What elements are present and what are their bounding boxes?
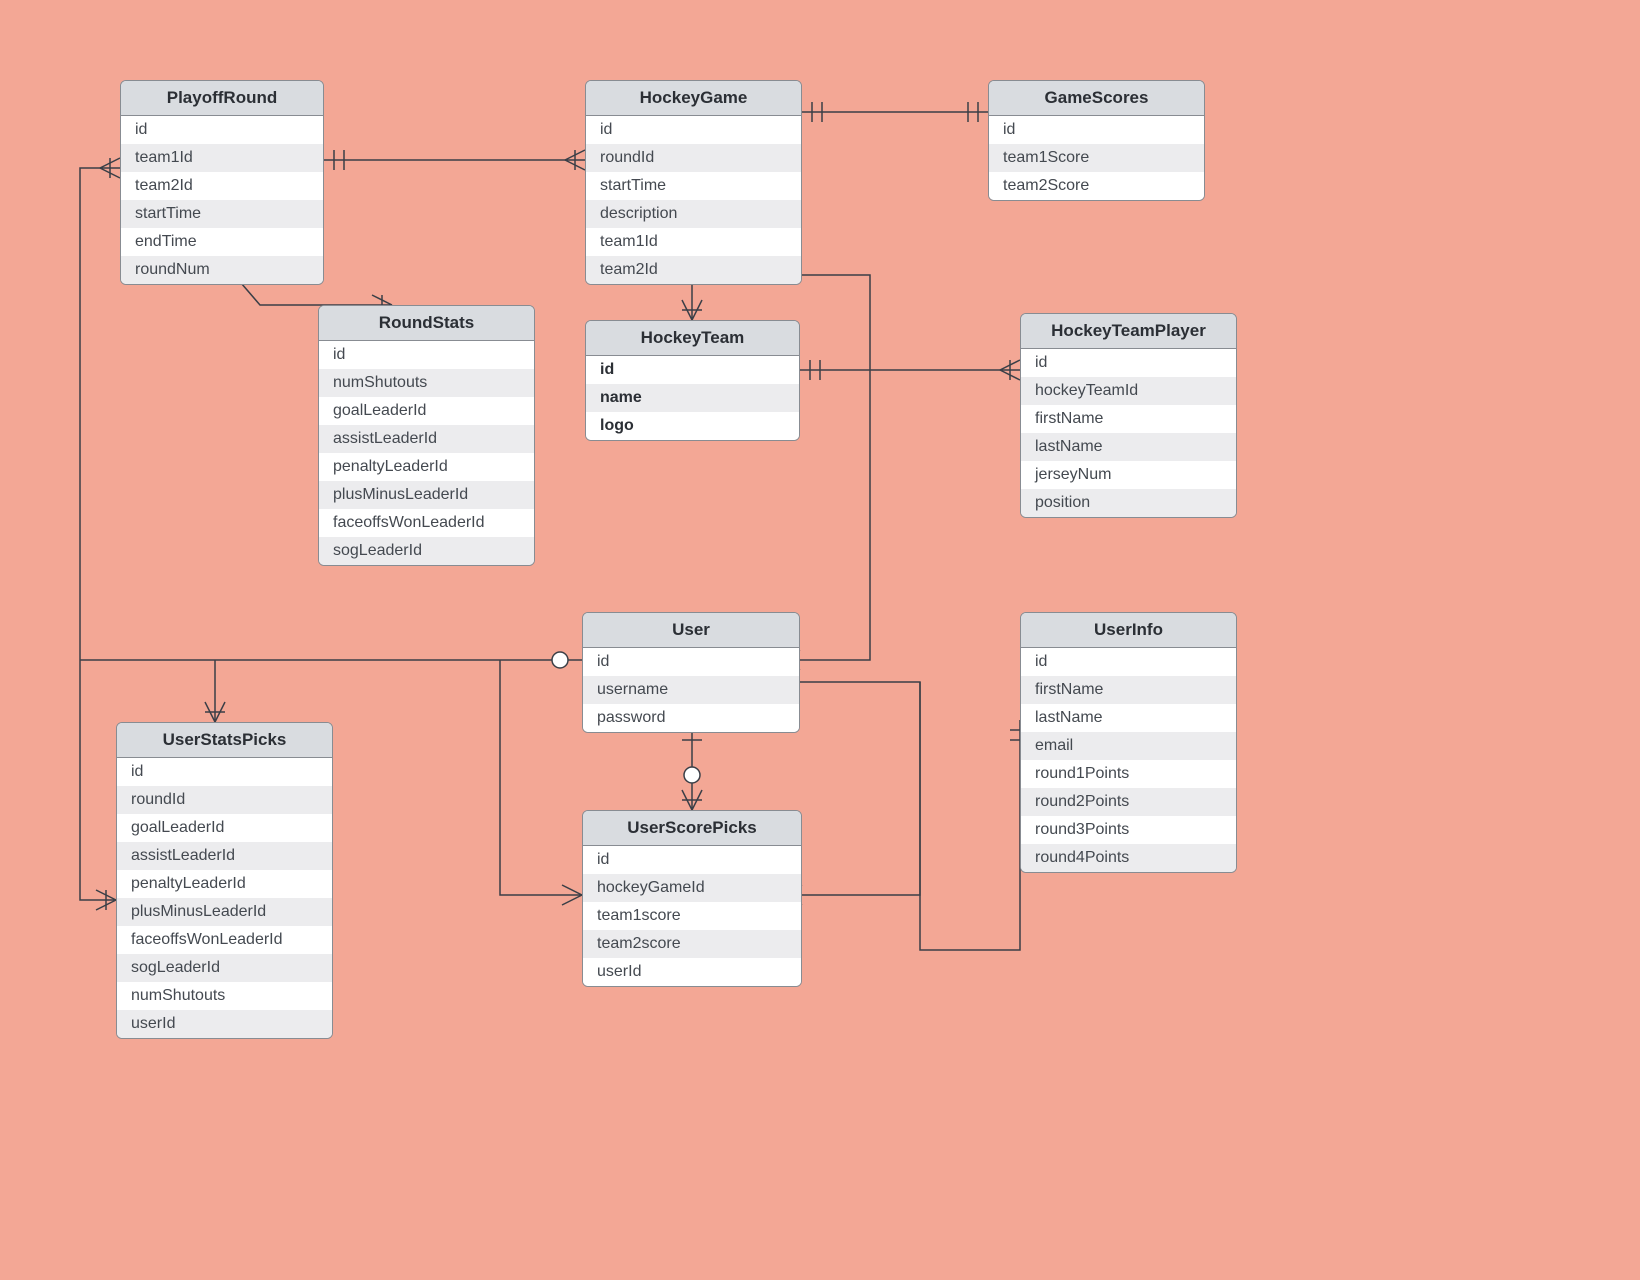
entity-field: team1Score [989,144,1204,172]
entity-header: UserInfo [1021,613,1236,648]
entity-field: id [319,341,534,369]
entity-userstatspicks: UserStatsPicks id roundId goalLeaderId a… [116,722,333,1039]
entity-field: email [1021,732,1236,760]
entity-field: team1score [583,902,801,930]
entity-header: HockeyTeamPlayer [1021,314,1236,349]
er-diagram-canvas: PlayoffRound id team1Id team2Id startTim… [0,0,1640,1280]
entity-field: userId [583,958,801,986]
entity-field: assistLeaderId [117,842,332,870]
entity-header: UserStatsPicks [117,723,332,758]
entity-field: id [1021,349,1236,377]
entity-userinfo: UserInfo id firstName lastName email rou… [1020,612,1237,873]
entity-field: faceoffsWonLeaderId [319,509,534,537]
entity-field: position [1021,489,1236,517]
entity-header: User [583,613,799,648]
entity-field: id [1021,648,1236,676]
entity-playoffround: PlayoffRound id team1Id team2Id startTim… [120,80,324,285]
entity-field: round3Points [1021,816,1236,844]
entity-field: team2Id [586,256,801,284]
entity-header: HockeyTeam [586,321,799,356]
entity-field: team1Id [586,228,801,256]
entity-field: password [583,704,799,732]
entity-field: startTime [586,172,801,200]
entity-field: username [583,676,799,704]
entity-field: userId [117,1010,332,1038]
entity-field: plusMinusLeaderId [319,481,534,509]
entity-field: firstName [1021,676,1236,704]
entity-field: numShutouts [319,369,534,397]
entity-field: round2Points [1021,788,1236,816]
entity-field: firstName [1021,405,1236,433]
entity-field: numShutouts [117,982,332,1010]
entity-field: endTime [121,228,323,256]
entity-user: User id username password [582,612,800,733]
entity-userscorepicks: UserScorePicks id hockeyGameId team1scor… [582,810,802,987]
entity-header: RoundStats [319,306,534,341]
entity-field: penaltyLeaderId [319,453,534,481]
entity-roundstats: RoundStats id numShutouts goalLeaderId a… [318,305,535,566]
entity-hockeyteamplayer: HockeyTeamPlayer id hockeyTeamId firstNa… [1020,313,1237,518]
entity-header: HockeyGame [586,81,801,116]
entity-hockeyteam: HockeyTeam id name logo [585,320,800,441]
entity-field: id [586,356,799,384]
entity-hockeygame: HockeyGame id roundId startTime descript… [585,80,802,285]
entity-field: id [117,758,332,786]
entity-field: id [586,116,801,144]
entity-field: id [583,846,801,874]
entity-header: UserScorePicks [583,811,801,846]
entity-field: lastName [1021,433,1236,461]
entity-field: plusMinusLeaderId [117,898,332,926]
entity-field: description [586,200,801,228]
entity-field: roundNum [121,256,323,284]
entity-field: round4Points [1021,844,1236,872]
entity-field: logo [586,412,799,440]
entity-field: team1Id [121,144,323,172]
entity-field: id [121,116,323,144]
entity-field: assistLeaderId [319,425,534,453]
entity-field: team2Id [121,172,323,200]
entity-field: goalLeaderId [117,814,332,842]
entity-field: startTime [121,200,323,228]
entity-field: id [989,116,1204,144]
entity-field: hockeyGameId [583,874,801,902]
entity-gamescores: GameScores id team1Score team2Score [988,80,1205,201]
entity-field: round1Points [1021,760,1236,788]
entity-field: jerseyNum [1021,461,1236,489]
entity-field: name [586,384,799,412]
entity-field: faceoffsWonLeaderId [117,926,332,954]
entity-header: PlayoffRound [121,81,323,116]
entity-field: team2Score [989,172,1204,200]
entity-field: goalLeaderId [319,397,534,425]
entity-header: GameScores [989,81,1204,116]
entity-field: roundId [117,786,332,814]
entity-field: sogLeaderId [117,954,332,982]
entity-field: roundId [586,144,801,172]
entity-field: team2score [583,930,801,958]
entity-field: id [583,648,799,676]
entity-field: lastName [1021,704,1236,732]
entity-field: sogLeaderId [319,537,534,565]
entity-field: penaltyLeaderId [117,870,332,898]
entity-field: hockeyTeamId [1021,377,1236,405]
